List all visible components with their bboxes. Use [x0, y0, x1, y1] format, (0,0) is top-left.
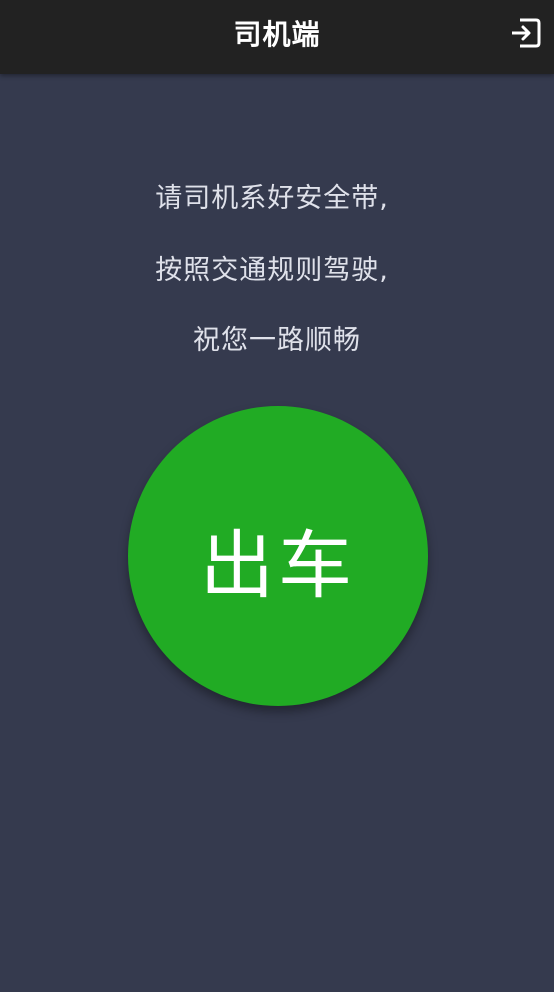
- exit-icon: [512, 18, 541, 48]
- page-title: 司机端: [233, 18, 321, 51]
- depart-button-label: 出车: [200, 522, 356, 609]
- depart-button[interactable]: 出车: [128, 406, 428, 706]
- app-screen: 司机端 请司机系好安全带, 按照交通规则驾驶, 祝您一路顺畅 出车: [0, 0, 554, 992]
- safety-message-line-3: 祝您一路顺畅: [193, 325, 361, 356]
- exit-button[interactable]: [508, 16, 542, 50]
- safety-message-line-1: 请司机系好安全带,: [155, 183, 389, 214]
- safety-message-line-2: 按照交通规则驾驶,: [155, 255, 389, 286]
- top-bar: 司机端: [0, 0, 554, 74]
